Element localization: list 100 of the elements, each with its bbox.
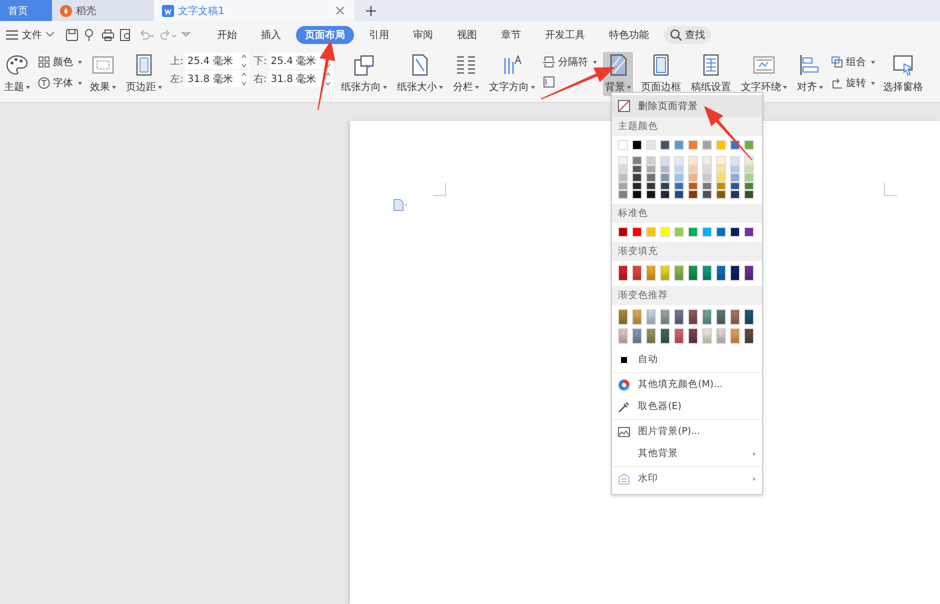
tab[interactable]: 稻壳 [52,0,154,21]
ribbon-tab[interactable]: 章节 [492,26,530,44]
ribbon-tab[interactable]: 开始 [208,26,246,44]
color-swatch[interactable] [730,328,740,344]
color-swatch[interactable] [688,308,698,324]
color-swatch[interactable] [618,328,628,344]
menu-item[interactable]: 取色器(E) [612,396,762,418]
preview-icon[interactable] [120,28,132,40]
color-swatch[interactable] [660,140,670,150]
color-swatch[interactable] [688,156,698,164]
color-swatch[interactable] [646,264,656,280]
menu-item[interactable]: 其他填充颜色(M)... [612,374,762,396]
color-swatch[interactable] [702,156,712,164]
menu-item[interactable]: 其他背景 [612,442,762,464]
color-swatch[interactable] [674,308,684,324]
color-swatch[interactable] [646,140,656,150]
color-swatch[interactable] [730,173,740,182]
ribbon-tab[interactable]: 视图 [448,26,486,44]
color-swatch[interactable] [660,308,670,324]
margin-field[interactable]: 25.4 毫米 [185,53,250,69]
color-swatch[interactable] [716,328,726,344]
ribbon-button[interactable]: 效果 [88,52,118,96]
color-swatch[interactable] [688,173,698,182]
color-swatch[interactable] [618,156,628,164]
color-swatch[interactable] [632,156,642,164]
color-swatch[interactable] [688,328,698,344]
margin-field[interactable]: 25.4 毫米 [268,53,333,69]
menu-item[interactable]: 自动 [612,348,762,370]
margin-field[interactable]: 31.8 毫米 [268,71,333,87]
ribbon-tab[interactable]: 特色功能 [600,26,658,44]
ribbon-button[interactable]: 分隔符 [542,55,597,69]
color-swatch[interactable] [730,264,740,280]
color-swatch[interactable] [660,328,670,344]
color-swatch[interactable] [618,190,628,198]
ribbon-tab[interactable]: 审阅 [404,26,442,44]
menu-item[interactable]: 图片背景(P)... [612,420,762,442]
color-swatch[interactable] [646,226,656,236]
color-swatch[interactable] [674,264,684,280]
margin-field[interactable]: 31.8 毫米 [185,71,250,87]
color-swatch[interactable] [702,190,712,198]
color-swatch[interactable] [632,173,642,182]
color-swatch[interactable] [744,308,754,324]
color-swatch[interactable] [744,226,754,236]
color-swatch[interactable] [618,264,628,280]
ribbon-tab[interactable]: 开发工具 [536,26,594,44]
ribbon-button[interactable]: 颜色 [38,55,82,69]
ribbon-tab[interactable]: 引用 [360,26,398,44]
color-swatch[interactable] [646,308,656,324]
chevron-down-icon[interactable] [182,32,190,38]
color-swatch[interactable] [674,328,684,344]
redo-icon[interactable] [160,28,176,40]
color-swatch[interactable] [744,190,754,198]
color-swatch[interactable] [632,328,642,344]
ribbon-button[interactable]: 稿纸设置 [688,52,733,96]
color-swatch[interactable] [716,140,726,150]
menu-item[interactable]: 删除页面背景 [612,95,762,117]
color-swatch[interactable] [618,308,628,324]
color-swatch[interactable] [730,308,740,324]
color-swatch[interactable] [660,190,670,198]
tab[interactable]: 文字文稿1 × [154,0,354,21]
color-swatch[interactable] [730,156,740,164]
color-swatch[interactable] [660,173,670,182]
color-swatch[interactable] [688,226,698,236]
ribbon-button[interactable]: 页面边框 [638,52,683,96]
color-swatch[interactable] [730,190,740,198]
color-swatch[interactable] [632,190,642,198]
color-swatch[interactable] [702,140,712,150]
ribbon-button[interactable]: 主题 [2,52,32,96]
color-swatch[interactable] [632,226,642,236]
color-swatch[interactable] [716,190,726,198]
ribbon-button[interactable]: 组合 [830,55,875,69]
color-swatch[interactable] [674,173,684,182]
color-swatch[interactable] [716,226,726,236]
color-swatch[interactable] [688,140,698,150]
color-swatch[interactable] [744,328,754,344]
undo-icon[interactable] [138,28,154,40]
color-swatch[interactable] [646,190,656,198]
color-swatch[interactable] [618,226,628,236]
color-swatch[interactable] [660,156,670,164]
color-swatch[interactable] [618,140,628,150]
color-swatch[interactable] [702,308,712,324]
color-swatch[interactable] [618,173,628,182]
printer-icon[interactable] [102,28,114,40]
color-swatch[interactable] [702,328,712,344]
color-swatch[interactable] [730,226,740,236]
ribbon-button[interactable]: 旋转 [830,76,875,90]
color-swatch[interactable] [632,308,642,324]
ribbon-button[interactable]: 分栏 [450,52,481,96]
color-swatch[interactable] [702,226,712,236]
ribbon-tab[interactable]: 页面布局 [296,26,354,44]
color-swatch[interactable] [646,328,656,344]
color-swatch[interactable] [632,264,642,280]
ribbon-button[interactable]: 字体 [38,76,82,90]
color-swatch[interactable] [744,156,754,164]
color-swatch[interactable] [688,190,698,198]
color-swatch[interactable] [632,140,642,150]
color-swatch[interactable] [660,264,670,280]
color-swatch[interactable] [744,140,754,150]
color-swatch[interactable] [716,264,726,280]
ribbon-tab[interactable]: 插入 [252,26,290,44]
